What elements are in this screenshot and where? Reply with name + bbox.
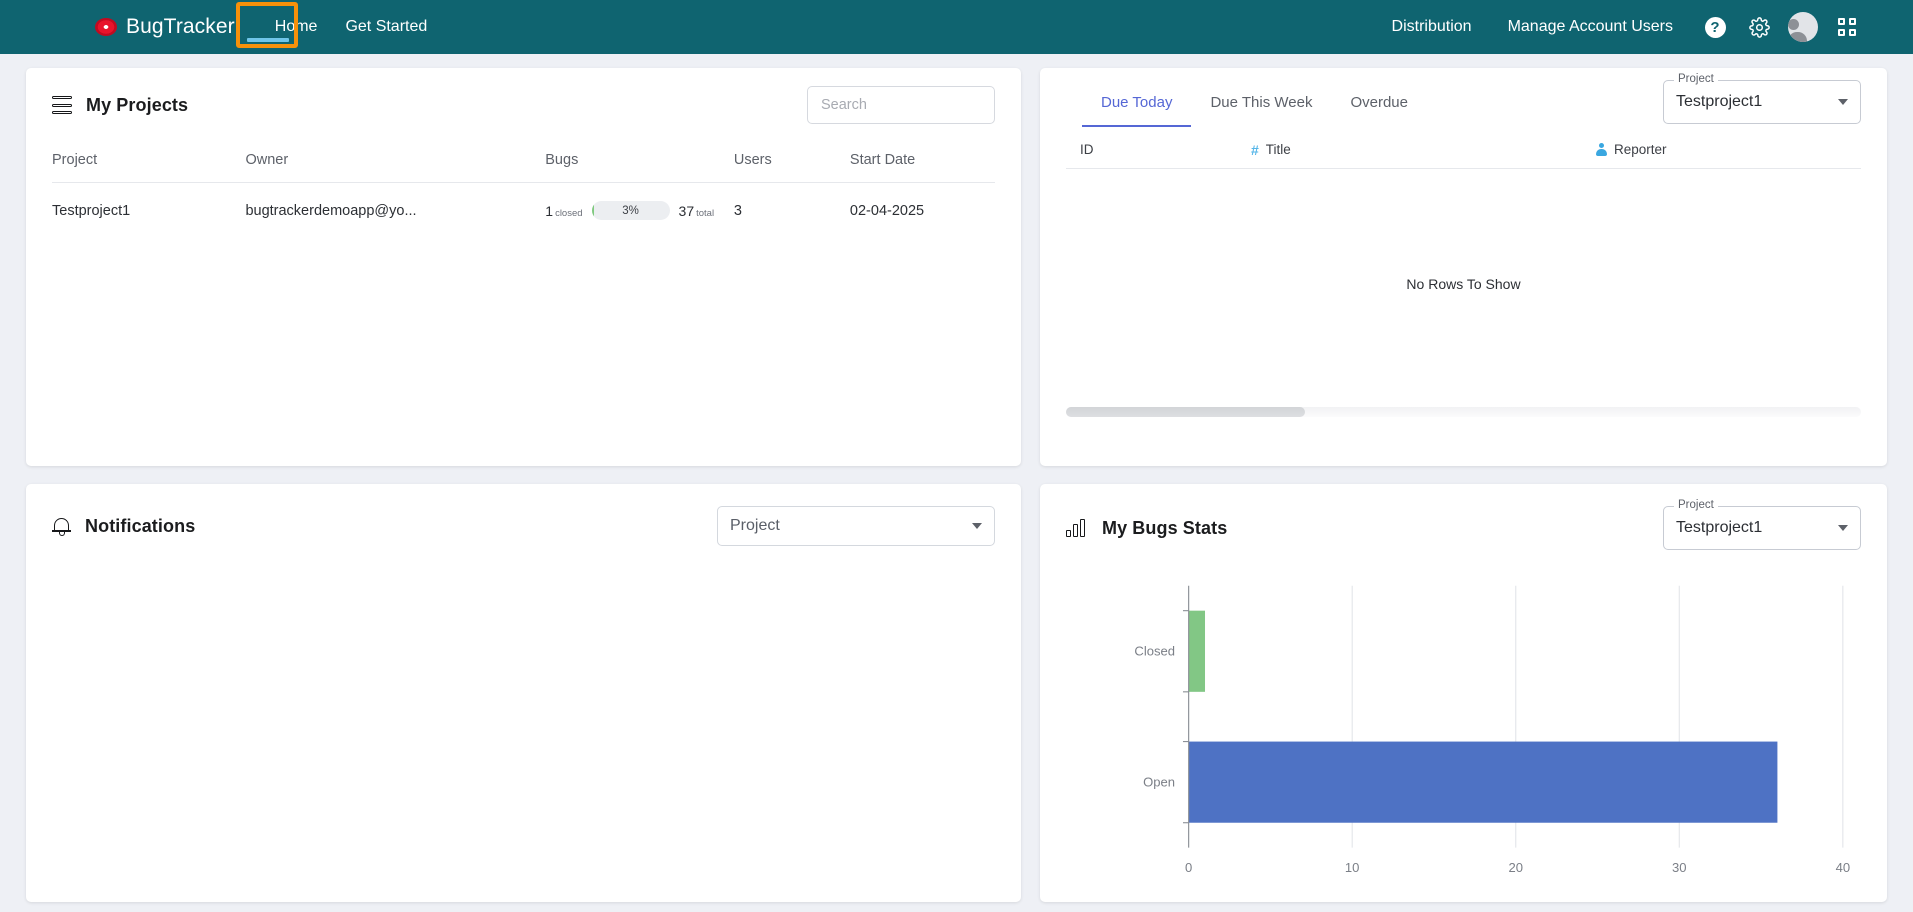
apps-grid-icon-glyph xyxy=(1838,18,1856,36)
bugs-stats-header: My Bugs Stats Project Testproject1 xyxy=(1040,484,1887,550)
projects-table-header: Project Owner Bugs Users Start Date xyxy=(52,142,995,182)
horizontal-scrollbar[interactable] xyxy=(1066,407,1861,417)
dashboard-row-bottom: Notifications Project My Bugs Stats Proj… xyxy=(26,484,1887,902)
cell-bugs: 1 closed 3% 37 total xyxy=(545,201,734,220)
avatar[interactable] xyxy=(1783,7,1823,47)
apps-grid-icon[interactable] xyxy=(1827,7,1867,47)
column-header-bugs: Bugs xyxy=(545,152,579,168)
notifications-card: Notifications Project xyxy=(26,484,1021,902)
bar-chart-svg: Closed Open 0 10 20 30 40 xyxy=(1134,585,1851,875)
nav-link-get-started[interactable]: Get Started xyxy=(331,0,441,54)
dashboard-row-top: My Projects Project Owner Bugs Users Sta… xyxy=(26,68,1887,466)
due-bugs-grid-header: ID # Title Reporter xyxy=(1066,131,1861,169)
bug-logo-icon xyxy=(95,18,117,36)
chevron-down-icon xyxy=(1838,525,1848,531)
bugs-progress-label: 3% xyxy=(622,204,639,217)
brand-label: BugTracker xyxy=(126,15,235,38)
bugs-stats-project-select-value: Testproject1 xyxy=(1676,519,1763,536)
due-bugs-card: Due Today Due This Week Overdue Project … xyxy=(1040,68,1887,466)
chevron-down-icon xyxy=(1838,99,1848,105)
grid-column-title[interactable]: # Title xyxy=(1251,142,1596,158)
tab-due-today[interactable]: Due Today xyxy=(1082,80,1192,127)
empty-state-message: No Rows To Show xyxy=(1406,276,1521,292)
my-projects-header: My Projects xyxy=(26,68,1021,124)
chart-x-tick-label: 40 xyxy=(1836,860,1851,875)
due-project-select[interactable]: Project Testproject1 xyxy=(1663,73,1861,124)
bugs-stats-chart: Closed Open 0 10 20 30 40 xyxy=(1040,566,1887,896)
grid-column-id[interactable]: ID xyxy=(1066,142,1251,157)
nav-link-get-started-label: Get Started xyxy=(345,18,428,35)
chart-category-label: Closed xyxy=(1134,644,1175,659)
grid-column-id-label: ID xyxy=(1080,142,1094,157)
column-header-users: Users xyxy=(733,152,772,168)
gear-icon[interactable] xyxy=(1739,7,1779,47)
bugs-stats-project-select[interactable]: Project Testproject1 xyxy=(1663,499,1861,550)
nav-link-home[interactable]: Home xyxy=(261,0,332,54)
column-header-owner: Owner xyxy=(245,152,289,168)
due-bugs-grid: ID # Title Reporter No Rows To Show xyxy=(1040,131,1887,431)
nav-link-manage-account-users[interactable]: Manage Account Users xyxy=(1490,18,1691,36)
brand[interactable]: BugTracker xyxy=(95,15,235,39)
notifications-header: Notifications Project xyxy=(26,484,1021,546)
cell-start-date: 02-04-2025 xyxy=(849,202,925,219)
cell-owner: bugtrackerdemoapp@yo... xyxy=(245,202,417,219)
bugs-closed-count: 1 closed xyxy=(545,202,583,219)
navbar-main-links: Home Get Started xyxy=(261,0,442,54)
cell-project: Testproject1 xyxy=(52,202,131,219)
nav-link-home-label: Home xyxy=(274,18,318,35)
due-bugs-tabs: Due Today Due This Week Overdue xyxy=(1082,80,1427,127)
scrollbar-thumb[interactable] xyxy=(1066,407,1305,417)
projects-table: Project Owner Bugs Users Start Date Test… xyxy=(26,142,1021,238)
cell-users: 3 xyxy=(733,202,742,219)
my-projects-card: My Projects Project Owner Bugs Users Sta… xyxy=(26,68,1021,466)
page-title: My Projects xyxy=(86,94,189,115)
tab-overdue[interactable]: Overdue xyxy=(1331,80,1427,127)
bell-icon xyxy=(52,516,71,536)
chart-x-tick-label: 10 xyxy=(1345,860,1360,875)
top-navbar: BugTracker Home Get Started Distribution… xyxy=(0,0,1913,54)
home-active-underline xyxy=(247,38,289,42)
notifications-project-select-placeholder: Project xyxy=(730,517,780,534)
chart-x-tick-label: 0 xyxy=(1185,860,1192,875)
bugs-stats-card: My Bugs Stats Project Testproject1 Close… xyxy=(1040,484,1887,902)
column-header-project: Project xyxy=(52,152,98,168)
table-row[interactable]: Testproject1 bugtrackerdemoapp@yo... 1 cl… xyxy=(52,183,995,238)
bugs-stats-title: My Bugs Stats xyxy=(1102,517,1228,538)
grid-column-reporter[interactable]: Reporter xyxy=(1596,142,1796,157)
notifications-title: Notifications xyxy=(85,515,196,536)
bugs-total-count: 37 total xyxy=(678,202,715,219)
grid-column-title-label: Title xyxy=(1265,142,1291,157)
column-header-start-date: Start Date xyxy=(849,152,916,168)
due-project-select-label: Project xyxy=(1674,73,1718,85)
grid-column-reporter-label: Reporter xyxy=(1614,142,1667,157)
avatar-image xyxy=(1788,12,1818,42)
navbar-left: BugTracker Home Get Started xyxy=(0,0,441,54)
navbar-right: Distribution Manage Account Users ? xyxy=(1374,7,1913,47)
chart-x-tick-label: 20 xyxy=(1508,860,1523,875)
hash-icon: # xyxy=(1251,141,1259,158)
nav-link-distribution[interactable]: Distribution xyxy=(1374,18,1490,36)
due-bugs-header: Due Today Due This Week Overdue Project … xyxy=(1040,68,1887,127)
stack-icon xyxy=(52,96,72,114)
help-icon-glyph: ? xyxy=(1704,16,1726,38)
nav-link-manage-users-label: Manage Account Users xyxy=(1507,18,1673,35)
chart-icon xyxy=(1066,519,1088,537)
chevron-down-icon xyxy=(972,523,982,529)
chart-category-label: Open xyxy=(1143,775,1175,790)
main-content: My Projects Project Owner Bugs Users Sta… xyxy=(0,54,1913,902)
notifications-project-select[interactable]: Project xyxy=(717,506,995,546)
tab-due-this-week[interactable]: Due This Week xyxy=(1191,80,1331,127)
bugs-progress-bar: 3% xyxy=(591,201,670,220)
search-input[interactable] xyxy=(807,86,995,124)
due-project-select-value: Testproject1 xyxy=(1676,93,1763,110)
chart-x-tick-label: 30 xyxy=(1672,860,1687,875)
nav-link-distribution-label: Distribution xyxy=(1391,18,1472,35)
help-icon[interactable]: ? xyxy=(1695,7,1735,47)
person-icon xyxy=(1596,143,1607,156)
bugs-stats-project-select-label: Project xyxy=(1674,499,1718,511)
